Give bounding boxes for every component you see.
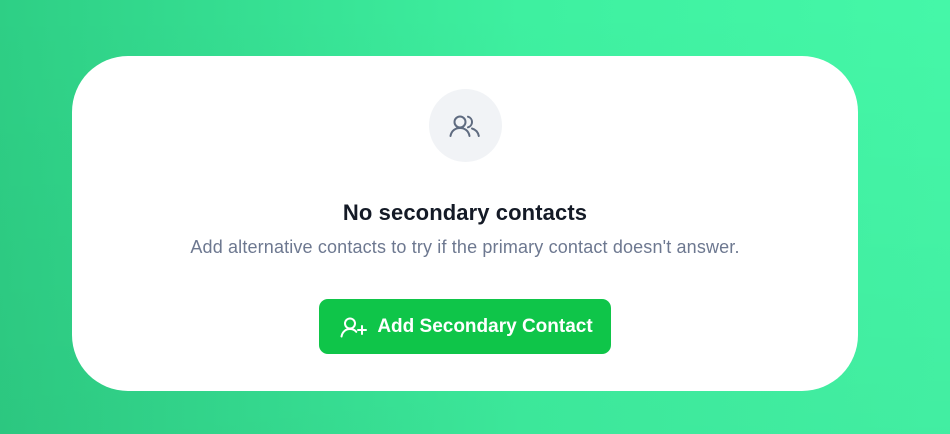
users-icon-circle: [428, 89, 502, 162]
add-secondary-contact-button[interactable]: Add Secondary Contact: [319, 299, 611, 354]
users-icon: [449, 115, 480, 137]
empty-state-card: No secondary contacts Add alternative co…: [72, 56, 858, 391]
user-plus-icon: [339, 316, 369, 338]
empty-state-title: No secondary contacts: [342, 200, 588, 225]
empty-state-description: Add alternative contacts to try if the p…: [190, 237, 740, 257]
add-secondary-contact-label: Add Secondary Contact: [377, 315, 593, 337]
